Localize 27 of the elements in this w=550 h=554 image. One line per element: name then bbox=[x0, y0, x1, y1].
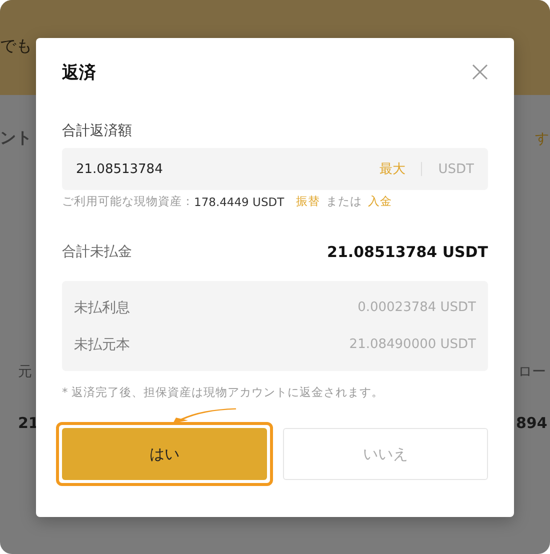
breakdown-label: 未払元本 bbox=[74, 336, 130, 354]
total-value: 21.08513784 USDT bbox=[327, 243, 488, 261]
deposit-link[interactable]: 入金 bbox=[368, 194, 392, 209]
background-text: 894 bbox=[516, 414, 548, 432]
available-label: ご利用可能な現物資産： bbox=[62, 194, 194, 209]
field-label: 合計返済額 bbox=[62, 122, 133, 140]
max-button[interactable]: 最大 bbox=[379, 160, 406, 178]
confirm-button[interactable]: はい bbox=[62, 428, 267, 480]
breakdown-value: 0.00023784 USDT bbox=[358, 300, 476, 315]
background-text: す bbox=[535, 130, 549, 148]
background-text: ント bbox=[0, 128, 32, 149]
cancel-button[interactable]: いいえ bbox=[283, 428, 488, 480]
background-text: 元 bbox=[18, 363, 32, 381]
or-text: または bbox=[326, 194, 362, 209]
background-text: ロー bbox=[518, 363, 546, 381]
background-text: 21 bbox=[18, 414, 39, 432]
breakdown-label: 未払利息 bbox=[74, 298, 130, 316]
currency-label: USDT bbox=[438, 162, 474, 176]
total-label: 合計未払金 bbox=[62, 243, 132, 261]
close-button[interactable] bbox=[472, 64, 488, 80]
available-amount: 178.4449 USDT bbox=[194, 194, 284, 208]
dialog-title: 返済 bbox=[62, 62, 96, 84]
background-text: でも bbox=[0, 36, 32, 57]
transfer-link[interactable]: 振替 bbox=[296, 194, 320, 209]
breakdown-value: 21.08490000 USDT bbox=[349, 337, 476, 352]
amount-field[interactable]: 21.08513784 最大 USDT bbox=[62, 148, 488, 190]
note-text: * 返済完了後、担保資産は現物アカウントに返金されます。 bbox=[62, 385, 384, 400]
